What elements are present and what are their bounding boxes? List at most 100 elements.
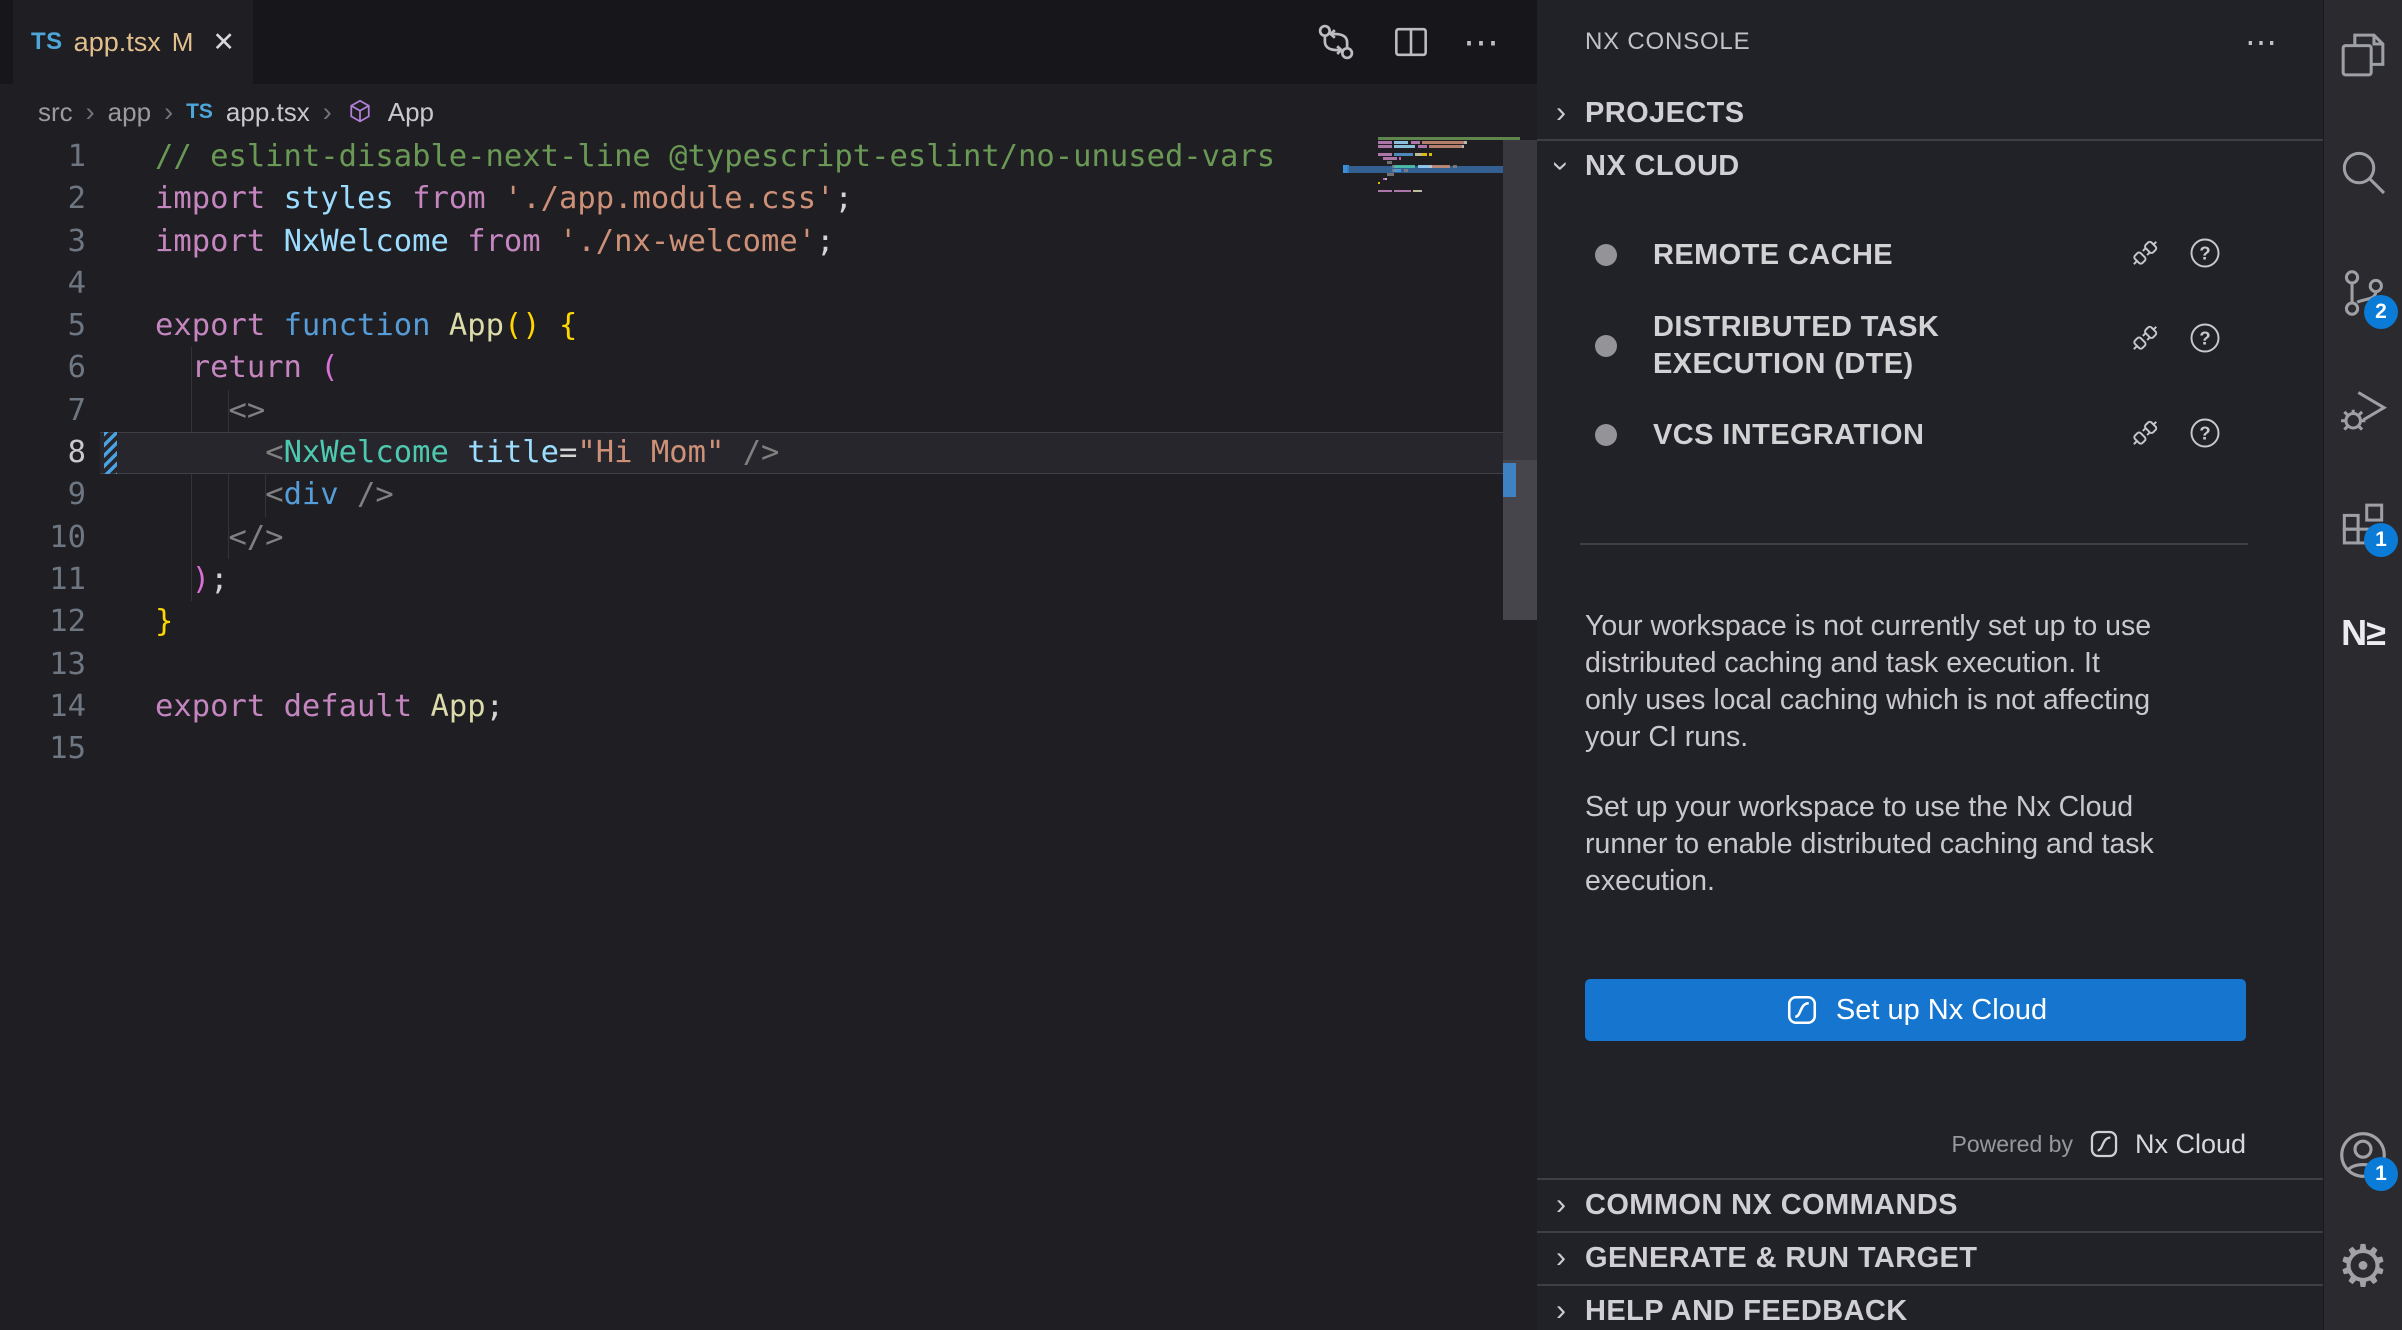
nx-cloud-icon bbox=[1784, 992, 1820, 1028]
minimap-line bbox=[1378, 169, 1408, 172]
code-line[interactable]: 5 export function App() { bbox=[0, 305, 1503, 347]
gear-icon: ⚙ bbox=[2337, 1238, 2389, 1296]
section-generate-run-target[interactable]: › GENERATE & RUN TARGET bbox=[1537, 1231, 2323, 1283]
line-number[interactable]: 7 bbox=[0, 390, 86, 432]
tab-title: app.tsx bbox=[74, 27, 161, 58]
code-text[interactable]: <> bbox=[155, 390, 265, 432]
breadcrumb-symbol[interactable]: App bbox=[388, 97, 434, 128]
chevron-right-icon: › bbox=[323, 97, 332, 128]
gutter-decoration bbox=[104, 601, 117, 643]
code-editor[interactable]: 1 // eslint-disable-next-line @typescript… bbox=[0, 136, 1503, 1330]
code-line[interactable]: 12} bbox=[0, 601, 1503, 643]
section-common-nx-commands[interactable]: › COMMON NX COMMANDS bbox=[1537, 1178, 2323, 1230]
search-tab[interactable] bbox=[2330, 141, 2396, 207]
line-number[interactable]: 9 bbox=[0, 474, 86, 516]
open-changes-icon[interactable] bbox=[1313, 19, 1359, 65]
line-number[interactable]: 15 bbox=[0, 728, 86, 770]
minimap-line bbox=[1378, 153, 1432, 156]
breadcrumb-src[interactable]: src bbox=[38, 97, 73, 128]
section-projects[interactable]: › PROJECTS bbox=[1537, 88, 2323, 138]
tab-app-tsx[interactable]: TS app.tsx M ✕ bbox=[13, 0, 253, 84]
minimap[interactable] bbox=[1343, 130, 1503, 250]
more-actions-icon[interactable]: ⋯ bbox=[2245, 26, 2277, 58]
gutter-decoration bbox=[104, 686, 117, 728]
breadcrumb-file[interactable]: app.tsx bbox=[226, 97, 310, 128]
nx-cloud-icon bbox=[2087, 1127, 2121, 1161]
line-number[interactable]: 5 bbox=[0, 305, 86, 347]
code-text[interactable]: return ( bbox=[155, 347, 339, 389]
settings-button[interactable]: ⚙ bbox=[2330, 1234, 2396, 1300]
line-number[interactable]: 2 bbox=[0, 178, 86, 220]
code-line[interactable]: 14 export default App; bbox=[0, 686, 1503, 728]
line-number[interactable]: 1 bbox=[0, 136, 86, 178]
gutter-decoration bbox=[104, 347, 117, 389]
setup-nx-cloud-button[interactable]: Set up Nx Cloud bbox=[1585, 979, 2246, 1041]
minimap-line bbox=[1378, 157, 1401, 160]
code-line[interactable]: 13 bbox=[0, 644, 1503, 686]
line-number[interactable]: 14 bbox=[0, 686, 86, 728]
code-line[interactable]: 10 </> bbox=[0, 517, 1503, 559]
minimap-line bbox=[1378, 190, 1422, 193]
nx-cloud-brand[interactable]: Nx Cloud bbox=[2135, 1129, 2246, 1160]
breadcrumb-app[interactable]: app bbox=[108, 97, 151, 128]
line-number[interactable]: 4 bbox=[0, 263, 86, 305]
code-text[interactable]: import styles from './app.module.css'; bbox=[155, 178, 853, 220]
code-line[interactable]: 3 import NxWelcome from './nx-welcome'; bbox=[0, 221, 1503, 263]
section-help-and-feedback[interactable]: › HELP AND FEEDBACK bbox=[1537, 1284, 2323, 1330]
help-icon[interactable]: ? bbox=[2187, 320, 2223, 361]
code-text[interactable]: export default App; bbox=[155, 686, 504, 728]
code-text[interactable]: <div /> bbox=[155, 474, 394, 516]
connect-plug-icon[interactable] bbox=[2127, 415, 2163, 456]
cloud-item-remote-cache[interactable]: REMOTE CACHE ? bbox=[1537, 228, 2323, 282]
minimap-line bbox=[1378, 137, 1520, 140]
code-line[interactable]: 6 return ( bbox=[0, 347, 1503, 389]
code-line[interactable]: 7 <> bbox=[0, 390, 1503, 432]
line-number[interactable]: 13 bbox=[0, 644, 86, 686]
help-icon[interactable]: ? bbox=[2187, 415, 2223, 456]
minimap-line bbox=[1378, 173, 1394, 176]
run-debug-tab[interactable] bbox=[2330, 379, 2396, 445]
scrollbar-slider[interactable] bbox=[1503, 140, 1537, 460]
minimap-line bbox=[1378, 165, 1457, 168]
cloud-item-vcs[interactable]: VCS INTEGRATION ? bbox=[1537, 408, 2323, 462]
editor-scrollbar[interactable] bbox=[1503, 140, 1537, 620]
code-text[interactable]: </> bbox=[155, 517, 284, 559]
nx-console-tab[interactable]: N≥ bbox=[2330, 600, 2396, 666]
connect-plug-icon[interactable] bbox=[2127, 320, 2163, 361]
section-nx-cloud[interactable]: › NX CLOUD bbox=[1537, 141, 2323, 191]
extensions-tab[interactable]: 1 bbox=[2330, 490, 2396, 556]
explorer-tab[interactable] bbox=[2330, 24, 2396, 90]
minimap-line bbox=[1378, 161, 1392, 164]
source-control-tab[interactable]: 2 bbox=[2330, 262, 2396, 328]
code-text[interactable]: } bbox=[155, 601, 173, 643]
code-text[interactable]: <NxWelcome title="Hi Mom" /> bbox=[155, 432, 779, 474]
line-number[interactable]: 11 bbox=[0, 559, 86, 601]
gutter-decoration bbox=[104, 390, 117, 432]
line-number[interactable]: 6 bbox=[0, 347, 86, 389]
section-label: PROJECTS bbox=[1585, 97, 1745, 130]
code-line[interactable]: 8 <NxWelcome title="Hi Mom" /> bbox=[0, 432, 1503, 474]
more-actions-icon[interactable]: ⋯ bbox=[1463, 24, 1501, 60]
line-number[interactable]: 12 bbox=[0, 601, 86, 643]
connect-plug-icon[interactable] bbox=[2127, 235, 2163, 276]
code-text[interactable]: ); bbox=[155, 559, 228, 601]
editor-pane: TS app.tsx M ✕ ⋯ bbox=[0, 0, 1537, 1330]
code-line[interactable]: 1 // eslint-disable-next-line @typescript… bbox=[0, 136, 1503, 178]
code-text[interactable]: // eslint-disable-next-line @typescript-… bbox=[155, 136, 1275, 178]
code-text[interactable]: export function App() { bbox=[155, 305, 577, 347]
close-icon[interactable]: ✕ bbox=[212, 27, 235, 58]
line-number[interactable]: 10 bbox=[0, 517, 86, 559]
line-number[interactable]: 3 bbox=[0, 221, 86, 263]
code-line[interactable]: 11 ); bbox=[0, 559, 1503, 601]
split-editor-icon[interactable] bbox=[1389, 20, 1433, 64]
code-line[interactable]: 4 bbox=[0, 263, 1503, 305]
cloud-item-dte[interactable]: DISTRIBUTED TASKEXECUTION (DTE) ? bbox=[1537, 300, 2323, 392]
code-line[interactable]: 2 import styles from './app.module.css'; bbox=[0, 178, 1503, 220]
gutter-decoration bbox=[104, 517, 117, 559]
accounts-button[interactable]: 1 bbox=[2330, 1124, 2396, 1190]
help-icon[interactable]: ? bbox=[2187, 235, 2223, 276]
code-text[interactable]: import NxWelcome from './nx-welcome'; bbox=[155, 221, 834, 263]
code-line[interactable]: 9 <div /> bbox=[0, 474, 1503, 516]
line-number[interactable]: 8 bbox=[0, 432, 86, 474]
code-line[interactable]: 15 bbox=[0, 728, 1503, 770]
